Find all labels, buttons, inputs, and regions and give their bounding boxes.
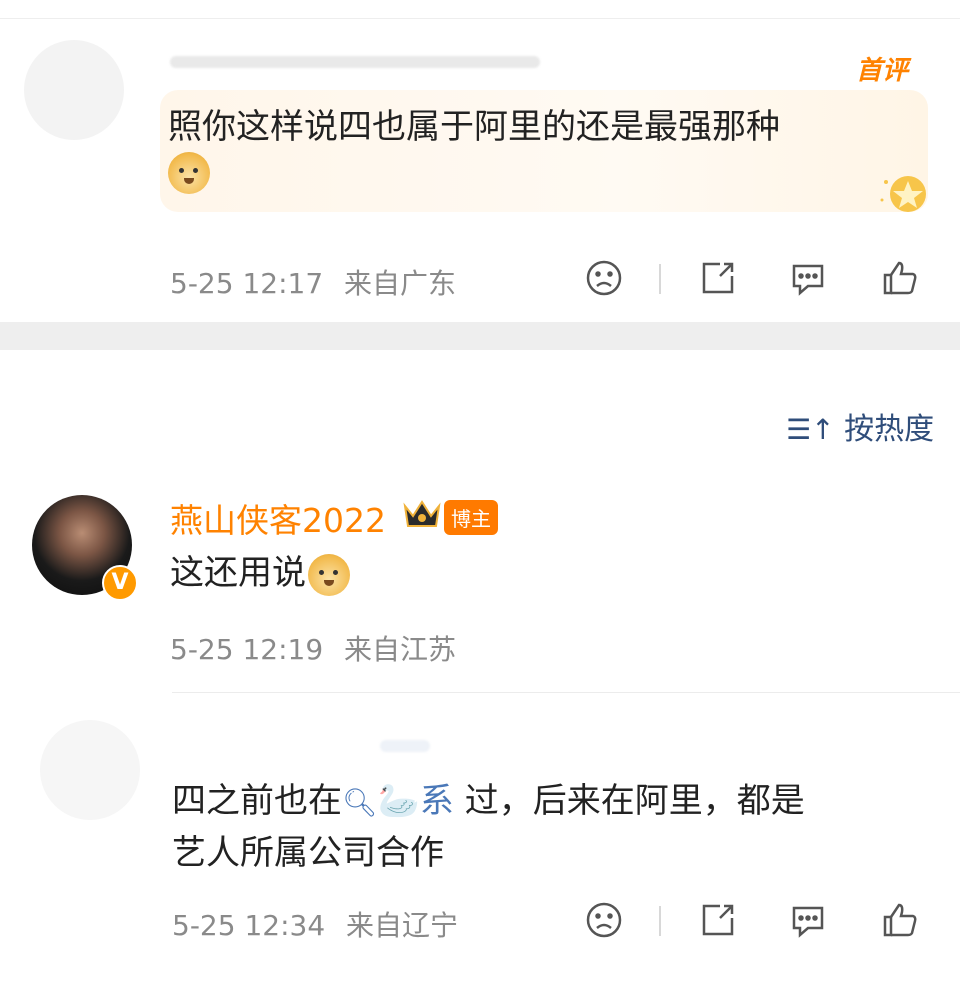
top-divider [0, 18, 960, 19]
comment-text-content: 这还用说 [170, 553, 306, 593]
comment-text-part: 过，后来在阿里，都是 [453, 781, 805, 821]
username[interactable] [170, 56, 540, 68]
swan-icon: 🦢 [377, 781, 420, 821]
share-icon[interactable] [698, 258, 738, 298]
share-icon[interactable] [698, 900, 738, 940]
comment-text: 这还用说 [170, 550, 350, 596]
sad-face-icon[interactable] [584, 900, 624, 940]
doge-emoji-icon [168, 152, 210, 194]
comment-text: 四之前也在🔍︎🦢系 过，后来在阿里，都是 [172, 778, 805, 826]
action-divider [659, 264, 661, 294]
comment-icon[interactable] [788, 900, 828, 940]
username[interactable]: 燕山侠客2022 [170, 494, 386, 542]
comment-time: 5-25 12:19 [170, 633, 324, 666]
sort-label: 按热度 [844, 412, 935, 447]
topic-link-text: 系 [419, 781, 454, 821]
comment-time: 5-25 12:17 [170, 267, 324, 300]
reply-divider [172, 692, 960, 693]
comment-text-part: 四之前也在 [172, 781, 342, 821]
comment-text: 照你这样说四也属于阿里的还是最强那种 [168, 107, 780, 147]
comment-location: 来自广东 [344, 267, 457, 300]
first-comment-badge: 首评 [856, 56, 909, 86]
like-icon[interactable] [880, 258, 920, 298]
section-divider [0, 322, 960, 350]
sort-icon: ☰↑ [786, 413, 835, 446]
sort-toggle[interactable]: ☰↑ 按热度 [786, 404, 934, 448]
comment-location: 来自辽宁 [346, 909, 459, 942]
like-icon[interactable] [880, 900, 920, 940]
comment-icon[interactable] [788, 258, 828, 298]
star-medal-icon [878, 172, 928, 218]
comment-text-line2: 艺人所属公司合作 [172, 833, 444, 873]
comment-time: 5-25 12:34 [172, 909, 326, 942]
action-divider [659, 906, 661, 936]
search-topic-link[interactable]: 🔍︎🦢系 [342, 781, 454, 821]
crown-icon [402, 496, 442, 530]
comment-location: 来自江苏 [344, 633, 457, 666]
verified-badge-icon: V [102, 565, 138, 601]
avatar[interactable] [24, 40, 124, 140]
blogger-badge: 博主 [444, 500, 498, 535]
sad-face-icon[interactable] [584, 258, 624, 298]
search-icon: 🔍︎ [342, 786, 378, 819]
doge-emoji-icon [308, 553, 350, 596]
username[interactable] [380, 740, 430, 752]
avatar[interactable] [40, 720, 140, 820]
